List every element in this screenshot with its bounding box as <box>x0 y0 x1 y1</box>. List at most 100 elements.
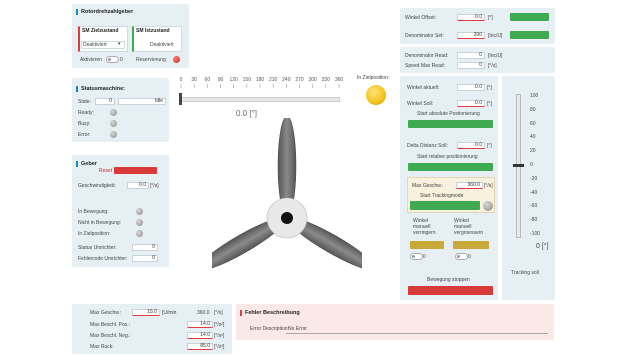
scale-tick-label: 180 <box>256 77 265 83</box>
error-label: Error: <box>78 132 91 138</box>
fehler-desc-value: No Error <box>288 326 307 332</box>
scale-tick-label: 60 <box>205 77 211 83</box>
rotor-panel: Rotordrehzahlgeber SM Zielzustand Deakti… <box>72 4 189 68</box>
speed-max-label: Speed Max Read: <box>405 63 446 69</box>
winkel-aktuell-label: Winkel aktuell: <box>407 85 440 91</box>
bewegung-stoppen-label: Bewegung stoppen <box>427 277 470 283</box>
bewegung-label: In Bewegung: <box>78 209 109 215</box>
winkel-aktuell-value: 0.0 <box>457 84 485 91</box>
zielposition-lamp <box>366 85 386 105</box>
speed-max-unit: [°/s] <box>488 63 497 69</box>
nicht-bewegung-label: Nicht in Bewegung: <box>78 220 122 226</box>
winkel-offset-label: Winkel Offset: <box>405 15 437 21</box>
nicht-bewegung-led <box>136 219 143 226</box>
offset-panel: Winkel Offset: 0.0 [°] Denominator Set: … <box>400 8 555 44</box>
ist-state-value: Deaktiviert <box>150 42 174 48</box>
max-geschw-input[interactable]: 360.0 <box>456 182 483 189</box>
start-relative-button[interactable] <box>408 163 493 171</box>
ready-led <box>110 109 117 116</box>
reservierung-label: Reservierung <box>136 57 166 63</box>
start-tracking-label: Start Trackingmode <box>420 193 464 199</box>
ruck-input[interactable]: 85.0 <box>187 343 213 350</box>
motion-panel: Winkel aktuell: 0.0 [°] Winkel Soll: 0.0… <box>400 76 498 300</box>
denominator-set-button[interactable] <box>510 31 549 39</box>
state-label: State: <box>78 99 92 105</box>
beschl-neg-label: Max Beschl. Neg.: <box>90 333 131 339</box>
beschl-neg-input[interactable]: 14.0 <box>187 332 213 339</box>
tracking-tick-label: 100 <box>530 93 539 99</box>
reservierung-led <box>173 56 180 63</box>
scale-tick-label: 270 <box>295 77 304 83</box>
scale-tick-label: 210 <box>269 77 278 83</box>
denominator-set-input[interactable]: 200 <box>457 32 485 39</box>
beschl-pos-label: Max Beschl. Pos.: <box>90 322 131 328</box>
status-title: Statusmaschine: <box>76 86 125 92</box>
start-absolute-button[interactable] <box>408 120 493 128</box>
winkel-vergroessern-button[interactable] <box>453 241 489 249</box>
winkel-offset-input[interactable]: 0.0 <box>457 14 485 21</box>
delta-unit: [°] <box>487 143 492 149</box>
tracking-tick-label: 60 <box>530 120 536 127</box>
winkel-soll-input[interactable]: 0.0 <box>457 100 485 107</box>
tracking-tick-label: 40 <box>530 134 536 141</box>
umrichter-value: 0 <box>132 244 158 251</box>
winkel-soll-label: Winkel Soll: <box>407 101 434 107</box>
limits-max-geschw-label: Max Geschw.: <box>90 310 122 316</box>
soll-state-value: Deaktiviert <box>83 42 107 48</box>
bewegung-stoppen-button[interactable] <box>408 286 493 295</box>
beschl-pos-input[interactable]: 14.0 <box>187 321 213 328</box>
scale-tick-label: 0 <box>180 77 183 83</box>
angle-slider-track[interactable] <box>180 97 340 102</box>
aktivieren-toggle[interactable] <box>106 56 119 63</box>
fehler-desc-label: Error Description: <box>250 326 289 332</box>
start-tracking-button[interactable] <box>410 201 480 210</box>
angle-slider-thumb[interactable] <box>179 93 182 105</box>
zielposition-led <box>136 230 143 237</box>
tracking-label: Tracking soll <box>511 270 539 276</box>
vergroessern-counter-toggle[interactable] <box>455 253 468 260</box>
limits-panel: Max Geschw.: 15.0 [U/min 360.0 [°/s] Max… <box>72 304 232 354</box>
delta-label: Delta Distanz Soll: <box>407 143 448 149</box>
tracking-panel: 100 80 60 40 20 0 -20 -40 -60 -80 -100 0 [°] Track… <box>502 76 555 300</box>
reset-label: Reset <box>99 168 113 174</box>
delta-input[interactable]: 0.0 <box>457 142 485 149</box>
beschl-neg-unit: [°/s²] <box>214 333 225 339</box>
start-relative-label: Start relative positionierung <box>417 154 478 160</box>
rotor-title: Rotordrehzahlgeber <box>76 9 133 15</box>
tracking-readout: 0 [°] <box>536 243 549 250</box>
status-panel: Statusmaschine: State: 0 Idle Ready: Bus… <box>72 78 169 142</box>
tracking-tick-label: 80 <box>530 106 536 113</box>
tracking-slider-thumb[interactable] <box>513 164 524 167</box>
zielposition-label: In Zielposition: <box>78 231 111 237</box>
bewegung-led <box>136 208 143 215</box>
busy-label: Busy: <box>78 121 91 127</box>
verringern-counter-toggle[interactable] <box>410 253 423 260</box>
angle-readout: 0.0 [°] <box>236 109 257 118</box>
scale-tick-label: 90 <box>218 77 224 83</box>
max-geschw-unit: [°/s] <box>484 183 493 189</box>
busy-led <box>110 120 117 127</box>
limits-max-geschw-value2: 360.0 <box>197 310 210 316</box>
aktivieren-label: Aktivieren <box>80 57 102 63</box>
limits-max-geschw-input[interactable]: 15.0 <box>132 309 160 316</box>
fehlercode-label: Fehlercode Umrichter: <box>78 256 128 262</box>
reset-button[interactable] <box>114 167 157 174</box>
denominator-read-unit: [Inc/U] <box>488 53 503 59</box>
winkel-offset-button[interactable] <box>510 13 549 21</box>
winkel-verringern-button[interactable] <box>410 241 444 249</box>
tracking-tick-label: 20 <box>530 148 536 155</box>
limits-max-geschw-unit: [U/min <box>162 310 177 316</box>
fehler-desc-underline <box>286 333 548 334</box>
scale-tick-label: 120 <box>229 77 238 83</box>
aktivieren-value: 0 <box>120 57 123 63</box>
denominator-read-label: Denominator Read: <box>405 53 449 59</box>
tracking-tick-label: 0 <box>530 162 533 168</box>
winkel-soll-unit: [°] <box>487 101 492 107</box>
scale-tick-label: 360 <box>335 77 344 83</box>
denominator-read-panel: Denominator Read: 0 [Inc/U] Speed Max Re… <box>400 47 555 73</box>
vergroessern-counter-value: 0 <box>468 254 471 260</box>
geschw-label: Geschwindigkeit: <box>78 183 116 189</box>
scale-tick-label: 240 <box>282 77 291 83</box>
winkel-aktuell-unit: [°] <box>487 85 492 91</box>
state-value: 0 <box>95 98 115 105</box>
